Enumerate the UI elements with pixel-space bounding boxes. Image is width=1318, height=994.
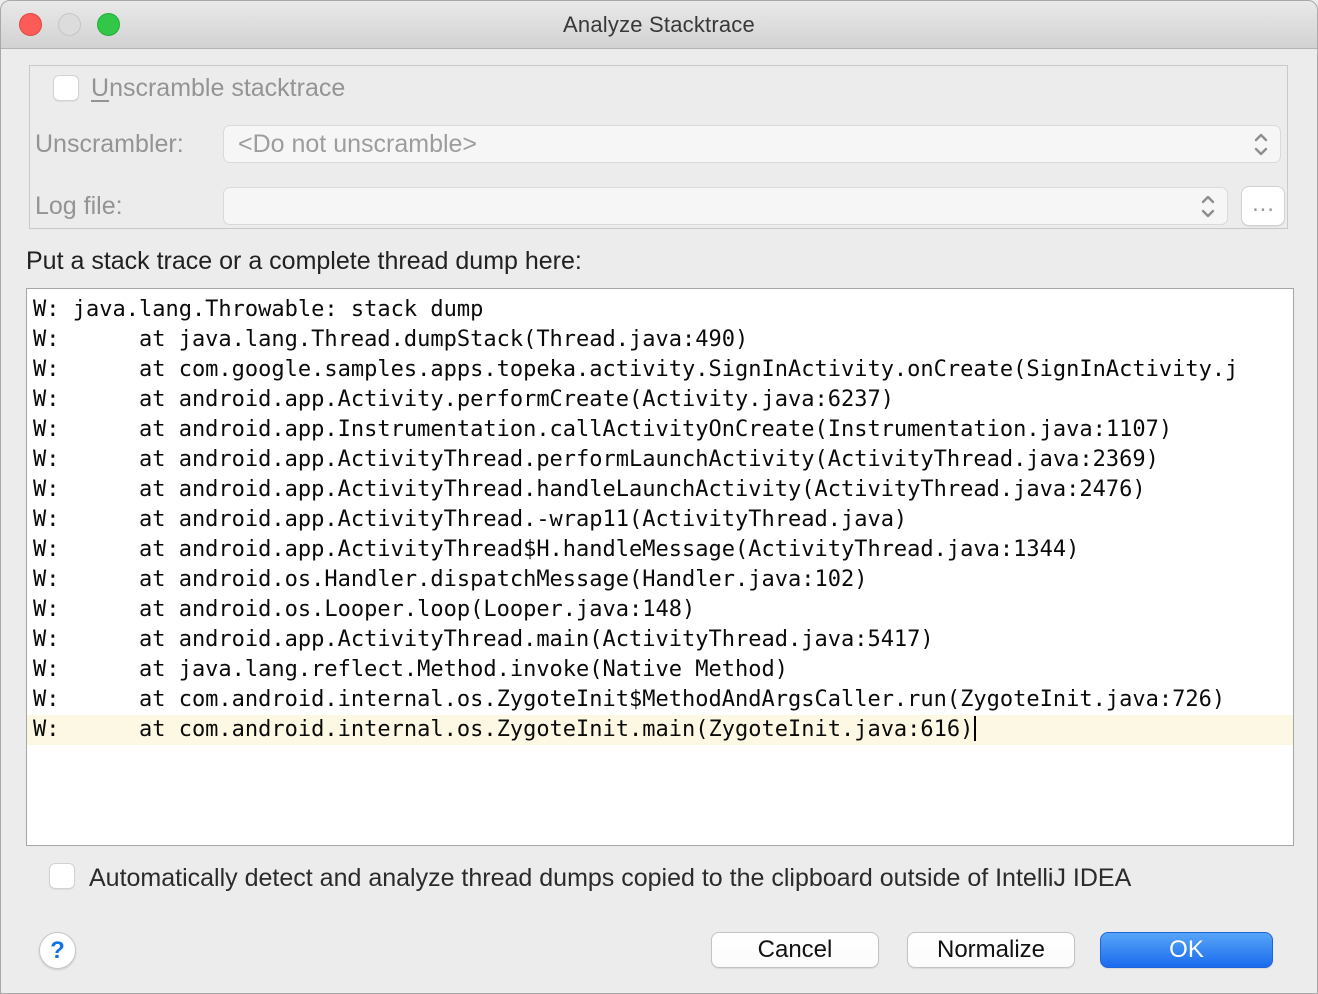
help-button[interactable]: ?	[39, 932, 76, 969]
zoom-window-button[interactable]	[97, 13, 120, 36]
stacktrace-line: W: at android.app.ActivityThread$H.handl…	[27, 535, 1293, 565]
stacktrace-line: W: at android.app.ActivityThread.main(Ac…	[27, 625, 1293, 655]
unscramble-checkbox-label[interactable]: Unscramble stacktrace	[91, 74, 345, 103]
browse-log-file-button[interactable]: …	[1241, 186, 1285, 226]
close-window-button[interactable]	[19, 13, 42, 36]
stacktrace-line: W: at android.os.Looper.loop(Looper.java…	[27, 595, 1293, 625]
stacktrace-line: W: at android.app.ActivityThread.perform…	[27, 445, 1293, 475]
normalize-button[interactable]: Normalize	[907, 932, 1075, 968]
chevron-up-down-icon	[1199, 193, 1217, 221]
unscrambler-selected-value: <Do not unscramble>	[238, 130, 477, 158]
auto-detect-label[interactable]: Automatically detect and analyze thread …	[89, 864, 1131, 893]
auto-detect-checkbox[interactable]	[49, 863, 75, 889]
stacktrace-line: W: at android.app.Activity.performCreate…	[27, 385, 1293, 415]
stacktrace-line: W: at java.lang.Thread.dumpStack(Thread.…	[27, 325, 1293, 355]
stacktrace-line-text: W: at com.android.internal.os.ZygoteInit…	[33, 717, 973, 742]
mnemonic-letter: U	[91, 74, 109, 102]
stacktrace-line: W: at com.android.internal.os.ZygoteInit…	[27, 685, 1293, 715]
stacktrace-line: W: at android.app.ActivityThread.-wrap11…	[27, 505, 1293, 535]
cancel-button[interactable]: Cancel	[711, 932, 879, 968]
title-bar[interactable]: Analyze Stacktrace	[1, 1, 1317, 49]
stacktrace-editor[interactable]: W: java.lang.Throwable: stack dump W: at…	[26, 288, 1294, 846]
stacktrace-line: W: at android.app.Instrumentation.callAc…	[27, 415, 1293, 445]
analyze-stacktrace-dialog: Analyze Stacktrace Unscramble stacktrace…	[0, 0, 1318, 994]
label-rest: nscramble stacktrace	[109, 74, 345, 102]
chevron-up-down-icon	[1252, 131, 1270, 159]
stacktrace-line: W: at java.lang.reflect.Method.invoke(Na…	[27, 655, 1293, 685]
window-title: Analyze Stacktrace	[1, 1, 1317, 49]
log-file-label: Log file:	[35, 192, 123, 221]
minimize-window-button	[58, 13, 81, 36]
unscramble-checkbox[interactable]	[53, 75, 79, 101]
stacktrace-line: W: at com.google.samples.apps.topeka.act…	[27, 355, 1293, 385]
text-caret	[974, 716, 976, 741]
stacktrace-line: W: java.lang.Throwable: stack dump	[27, 295, 1293, 325]
stacktrace-line: W: at android.app.ActivityThread.handleL…	[27, 475, 1293, 505]
unscrambler-label: Unscrambler:	[35, 130, 184, 159]
stacktrace-prompt-label: Put a stack trace or a complete thread d…	[26, 247, 582, 276]
stacktrace-line-current: W: at com.android.internal.os.ZygoteInit…	[27, 715, 1293, 745]
log-file-select[interactable]	[223, 187, 1228, 225]
unscrambler-select[interactable]: <Do not unscramble>	[223, 125, 1281, 163]
ok-button[interactable]: OK	[1100, 932, 1273, 968]
stacktrace-line: W: at android.os.Handler.dispatchMessage…	[27, 565, 1293, 595]
